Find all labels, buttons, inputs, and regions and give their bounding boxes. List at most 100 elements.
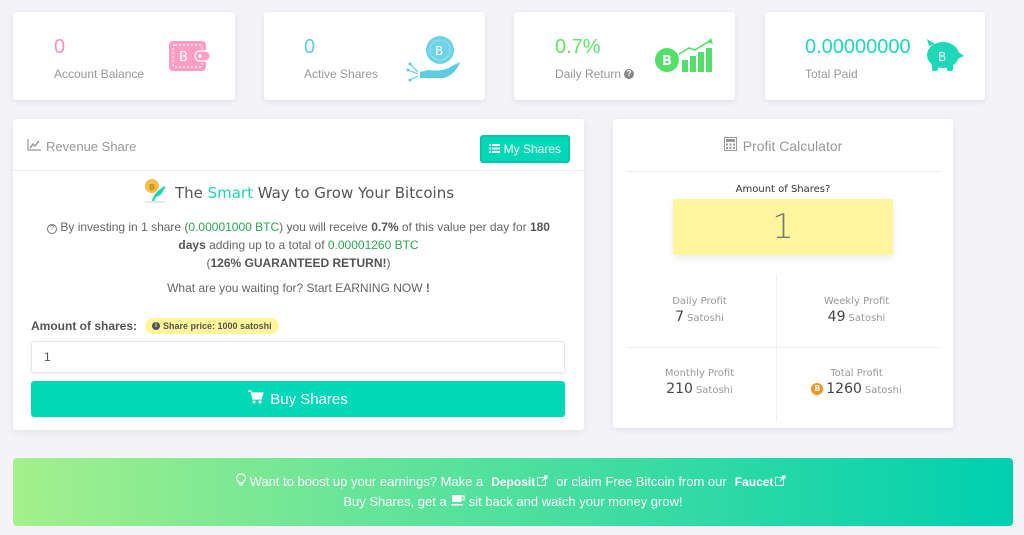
piggy-bank-bitcoin-icon: B <box>923 37 965 78</box>
hand-coin-icon: B <box>404 34 464 89</box>
weekly-profit-label: Weekly Profit <box>823 296 890 307</box>
profit-calculator-title-text: Profit Calculator <box>742 137 843 154</box>
monthly-profit-value: 210 Satoshi <box>626 381 773 397</box>
daily-rate: 0.7% <box>371 220 399 234</box>
headline: B The Smart Way to Grow Your Bitcoins <box>13 179 584 207</box>
total-btc-value: 0.00001260 BTC <box>327 238 419 252</box>
daily-return-label: Daily Return ? <box>555 67 635 81</box>
monthly-profit-label: Monthly Profit <box>664 368 735 379</box>
bitcoin-icon: B <box>811 383 824 395</box>
unit: Satoshi <box>695 385 733 396</box>
account-balance-card: 0 Account Balance B <box>13 12 235 100</box>
monthly-profit-number: 210 <box>666 381 693 397</box>
daily-profit-label: Daily Profit <box>672 296 727 307</box>
lightbulb-icon <box>235 473 246 490</box>
buy-shares-button[interactable]: Buy Shares <box>31 381 565 417</box>
svg-text:B: B <box>938 50 946 64</box>
total-profit-value: B 1260 Satoshi <box>783 381 930 397</box>
investment-description: ? By investing in 1 share (0.00001000 BT… <box>33 218 564 272</box>
divider <box>776 274 777 422</box>
bitcoin-growth-chart-icon: B <box>655 38 715 79</box>
info-icon: i <box>152 322 161 330</box>
account-balance-label: Account Balance <box>54 67 145 81</box>
profit-calculator-title: Profit Calculator <box>613 137 953 154</box>
share-price-badge: i Share price: 1000 satoshi <box>145 318 279 334</box>
daily-profit-number: 7 <box>675 309 685 325</box>
daily-return-card: 0.7% Daily Return ? B <box>514 12 735 100</box>
banner-line-1: Want to boost up your earnings? Make a D… <box>13 473 1013 490</box>
line-chart-icon <box>27 139 41 154</box>
weekly-profit: Weekly Profit 49 Satoshi <box>783 296 930 325</box>
wallet-bitcoin-icon: B <box>169 40 211 77</box>
calculator-icon <box>723 137 737 154</box>
desc-part: ) <box>386 256 391 270</box>
total-profit-label: Total Profit <box>830 368 883 379</box>
revenue-share-panel: Revenue Share My Shares B The Smart Way … <box>13 119 584 430</box>
weekly-profit-number: 49 <box>827 309 846 325</box>
monthly-profit: Monthly Profit 210 Satoshi <box>626 368 773 397</box>
bitcoin-sprout-icon: B <box>143 179 169 207</box>
banner-text: sit back and watch your money grow! <box>468 494 683 509</box>
call-to-action-bang: ! <box>425 281 430 295</box>
promo-banner: Want to boost up your earnings? Make a D… <box>13 458 1013 526</box>
total-paid-value: 0.00000000 <box>805 36 911 58</box>
call-to-action-text: What are you waiting for? Start EARNING … <box>167 281 423 295</box>
amount-label-text: Amount of shares: <box>31 319 138 333</box>
external-link-icon <box>775 474 787 489</box>
svg-text:B: B <box>179 50 188 65</box>
faucet-label: Faucet <box>734 474 774 489</box>
desc-part: By investing in 1 share ( <box>60 220 189 234</box>
deposit-label: Deposit <box>491 474 536 489</box>
total-profit: Total Profit B 1260 Satoshi <box>783 368 930 397</box>
desc-part: adding up to a total of <box>205 238 328 252</box>
desc-part: of this value per day for <box>398 220 530 234</box>
total-paid-card: 0.00000000 Total Paid B <box>765 12 985 100</box>
svg-text:B: B <box>662 54 672 69</box>
total-profit-number: 1260 <box>826 381 862 397</box>
banner-text: or claim Free Bitcoin from our <box>556 474 727 489</box>
my-shares-label: My Shares <box>503 142 561 156</box>
weekly-profit-value: 49 Satoshi <box>783 309 930 325</box>
amount-question: Amount of Shares? <box>735 184 831 195</box>
account-balance-value: 0 <box>54 36 66 58</box>
daily-profit-value: 7 Satoshi <box>626 309 773 325</box>
amount-of-shares-label: Amount of shares: i Share price: 1000 sa… <box>31 318 279 334</box>
headline-text: The Smart Way to Grow Your Bitcoins <box>175 184 454 202</box>
headline-pre: The <box>174 184 208 202</box>
external-link-icon <box>537 474 548 489</box>
calculator-amount-input[interactable] <box>673 199 893 255</box>
headline-accent: Smart <box>207 184 253 202</box>
revenue-share-title-text: Revenue Share <box>46 139 137 154</box>
buy-shares-label: Buy Shares <box>270 390 348 408</box>
faucet-link[interactable]: Faucet <box>735 475 787 489</box>
unit: Satoshi <box>848 313 886 324</box>
banner-line-2: Buy Shares, get a sit back and watch you… <box>13 494 1013 509</box>
call-to-action: What are you waiting for? Start EARNING … <box>13 281 584 295</box>
my-shares-button[interactable]: My Shares <box>479 135 570 163</box>
question-circle-icon: ? <box>47 224 58 234</box>
active-shares-label: Active Shares <box>304 67 379 81</box>
daily-return-label-text: Daily Return <box>555 67 622 81</box>
active-shares-value: 0 <box>304 36 316 58</box>
coffee-icon <box>450 494 465 509</box>
active-shares-card: 0 Active Shares B <box>264 12 485 100</box>
divider <box>626 171 940 172</box>
banner-text: Buy Shares, get a <box>343 494 447 509</box>
amount-of-shares-input[interactable] <box>31 341 565 373</box>
divider <box>626 347 940 348</box>
share-price-text: Share price: 1000 satoshi <box>163 321 272 331</box>
desc-part: ) you will receive <box>279 220 372 234</box>
help-icon[interactable]: ? <box>624 69 635 79</box>
daily-profit: Daily Profit 7 Satoshi <box>626 296 773 325</box>
svg-text:B: B <box>435 44 443 58</box>
svg-text:B: B <box>149 183 155 192</box>
share-btc-value: 0.00001000 BTC <box>188 220 280 234</box>
shopping-cart-icon <box>248 390 265 408</box>
revenue-share-title: Revenue Share <box>27 139 136 154</box>
unit: Satoshi <box>864 385 902 396</box>
deposit-link[interactable]: Deposit <box>491 475 548 489</box>
list-icon <box>488 142 500 156</box>
daily-return-value: 0.7% <box>555 36 601 58</box>
headline-post: Way to Grow Your Bitcoins <box>253 184 455 202</box>
unit: Satoshi <box>687 313 724 324</box>
